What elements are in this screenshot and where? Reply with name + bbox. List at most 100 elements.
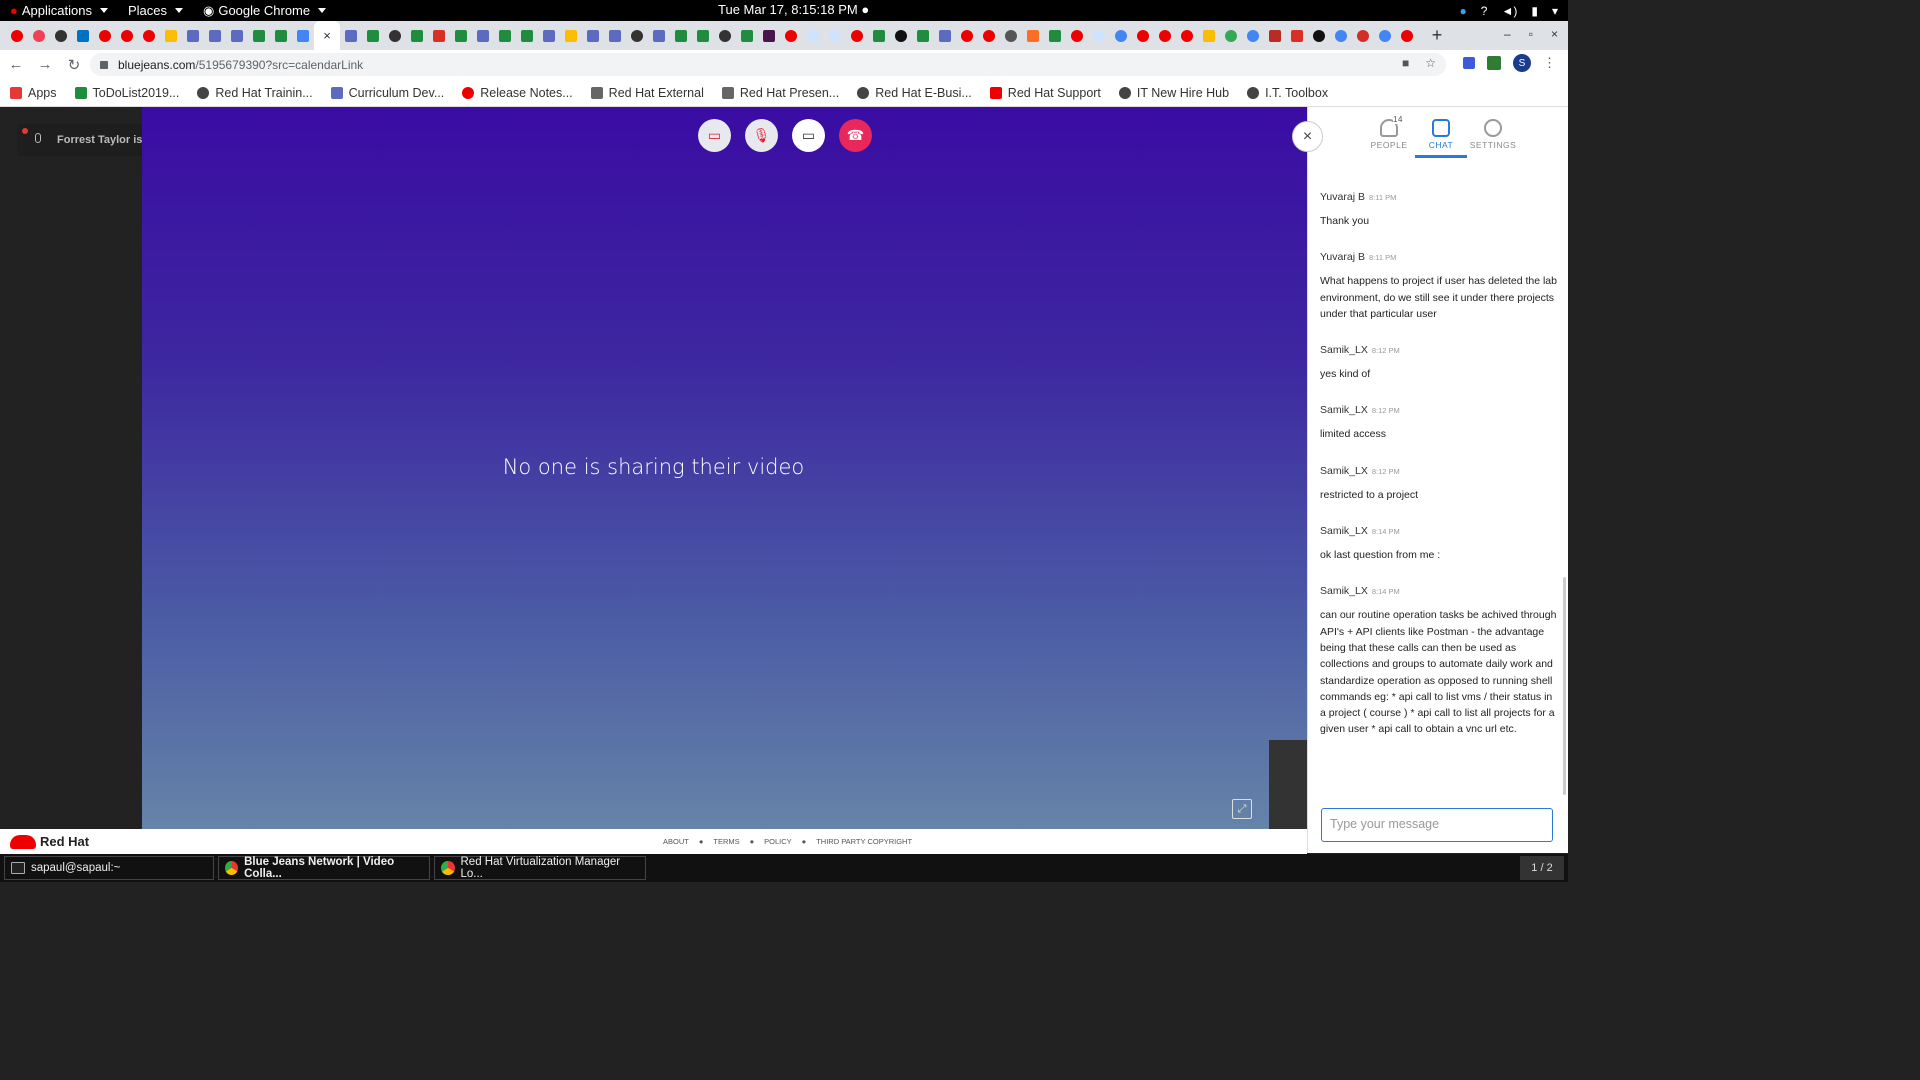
extension-icon[interactable] [1463,57,1475,69]
tab-favicon[interactable] [1308,25,1330,47]
tab-favicon[interactable] [1198,25,1220,47]
tab-favicon[interactable] [956,25,978,47]
tab-favicon[interactable] [1396,25,1418,47]
battery-icon[interactable]: ▮ [1531,4,1538,18]
bookmark-item[interactable]: Release Notes... [462,86,573,100]
tab-favicon[interactable] [160,25,182,47]
forward-icon[interactable]: → [32,52,58,78]
close-tab-icon[interactable]: × [323,28,331,43]
tab-favicon[interactable] [1154,25,1176,47]
places-menu[interactable]: Places [118,0,193,21]
minimize-icon[interactable]: – [1504,27,1511,41]
volume-icon[interactable]: ◄) [1501,4,1517,18]
tab-favicon[interactable] [1176,25,1198,47]
chat-scrollbar[interactable] [1563,577,1566,795]
taskbar-item-rhv[interactable]: Red Hat Virtualization Manager Lo... [434,856,646,880]
bookmark-item[interactable]: Curriculum Dev... [330,86,444,100]
tab-favicon[interactable] [1088,25,1110,47]
tab-favicon[interactable] [560,25,582,47]
bookmark-item[interactable]: IT New Hire Hub [1118,86,1229,100]
tab-favicon[interactable] [1330,25,1352,47]
workspace-pager[interactable]: 1 / 2 [1520,856,1564,880]
tab-favicon[interactable] [1286,25,1308,47]
third-party-copyright-link[interactable]: THIRD PARTY COPYRIGHT [816,837,912,846]
tab-favicon[interactable] [714,25,736,47]
bookmark-item[interactable]: I.T. Toolbox [1247,86,1328,100]
tab-favicon[interactable] [248,25,270,47]
tab-chat[interactable]: CHAT [1415,119,1467,158]
tab-favicon[interactable] [824,25,846,47]
tab-favicon[interactable] [204,25,226,47]
chat-message-input[interactable]: Type your message [1321,808,1553,842]
tab-favicon[interactable] [758,25,780,47]
tab-favicon[interactable] [604,25,626,47]
tab-favicon[interactable] [50,25,72,47]
bookmark-folder[interactable]: Red Hat External [590,86,704,100]
tab-favicon[interactable] [692,25,714,47]
tab-favicon[interactable] [450,25,472,47]
tab-favicon[interactable] [1242,25,1264,47]
active-tab[interactable]: × [314,21,340,50]
tab-favicon[interactable] [1374,25,1396,47]
bookmark-folder[interactable]: Red Hat Presen... [721,86,839,100]
tab-favicon[interactable] [226,25,248,47]
bookmark-item[interactable]: Red Hat Support [989,86,1101,100]
tab-favicon[interactable] [670,25,692,47]
extension-icon[interactable] [1487,56,1501,70]
tab-people[interactable]: 14 PEOPLE [1363,115,1415,158]
close-panel-button[interactable]: × [1292,121,1323,152]
close-window-icon[interactable]: × [1551,27,1558,41]
tab-favicon[interactable] [1352,25,1374,47]
tab-favicon[interactable] [1264,25,1286,47]
address-bar[interactable]: bluejeans.com/5195679390?src=calendarLin… [90,53,1446,76]
share-screen-button[interactable]: ▭ [792,119,825,152]
bookmark-item[interactable]: Red Hat E-Busi... [857,86,972,100]
tab-favicon[interactable] [978,25,1000,47]
toggle-video-button[interactable]: ▭ [698,119,731,152]
tab-favicon[interactable] [28,25,50,47]
system-clock[interactable]: Tue Mar 17, 8:15:18 PM ● [718,2,869,17]
tab-favicon[interactable] [270,25,292,47]
tab-favicon[interactable] [1044,25,1066,47]
toggle-mute-button[interactable]: 🎙 [745,119,778,152]
tab-favicon[interactable] [648,25,670,47]
tab-favicon[interactable] [116,25,138,47]
tab-favicon[interactable] [472,25,494,47]
tab-favicon[interactable] [736,25,758,47]
tab-favicon[interactable] [538,25,560,47]
tab-settings[interactable]: SETTINGS [1467,119,1519,158]
tab-favicon[interactable] [6,25,28,47]
telegram-icon[interactable]: ● [1460,4,1467,18]
leave-call-button[interactable]: ☎ [839,119,872,152]
tab-favicon[interactable] [780,25,802,47]
bookmark-item[interactable]: ToDoList2019... [74,86,179,100]
power-menu-icon[interactable]: ▾ [1552,4,1558,18]
tab-favicon[interactable] [1022,25,1044,47]
tab-favicon[interactable] [494,25,516,47]
tab-favicon[interactable] [362,25,384,47]
tab-favicon[interactable] [72,25,94,47]
tab-favicon[interactable] [1110,25,1132,47]
tab-favicon[interactable] [406,25,428,47]
tab-favicon[interactable] [846,25,868,47]
about-link[interactable]: ABOUT [663,837,689,846]
tab-favicon[interactable] [1000,25,1022,47]
profile-avatar[interactable]: S [1513,54,1531,72]
bookmark-apps[interactable]: Apps [10,86,57,100]
tab-favicon[interactable] [516,25,538,47]
tab-favicon[interactable] [934,25,956,47]
tab-favicon[interactable] [1132,25,1154,47]
tab-favicon[interactable] [428,25,450,47]
tab-favicon[interactable] [802,25,824,47]
bookmark-item[interactable]: Red Hat Trainin... [197,86,313,100]
maximize-icon[interactable]: ▫ [1529,27,1533,41]
tab-favicon[interactable] [94,25,116,47]
back-icon[interactable]: ← [3,52,29,78]
camera-icon[interactable]: ■ [1402,56,1409,70]
applications-menu[interactable]: ● Applications [0,0,118,21]
fullscreen-button[interactable]: ⤢ [1232,799,1252,819]
terms-link[interactable]: TERMS [713,837,739,846]
tab-favicon[interactable] [1220,25,1242,47]
reload-icon[interactable]: ↻ [61,52,87,78]
tab-favicon[interactable] [582,25,604,47]
